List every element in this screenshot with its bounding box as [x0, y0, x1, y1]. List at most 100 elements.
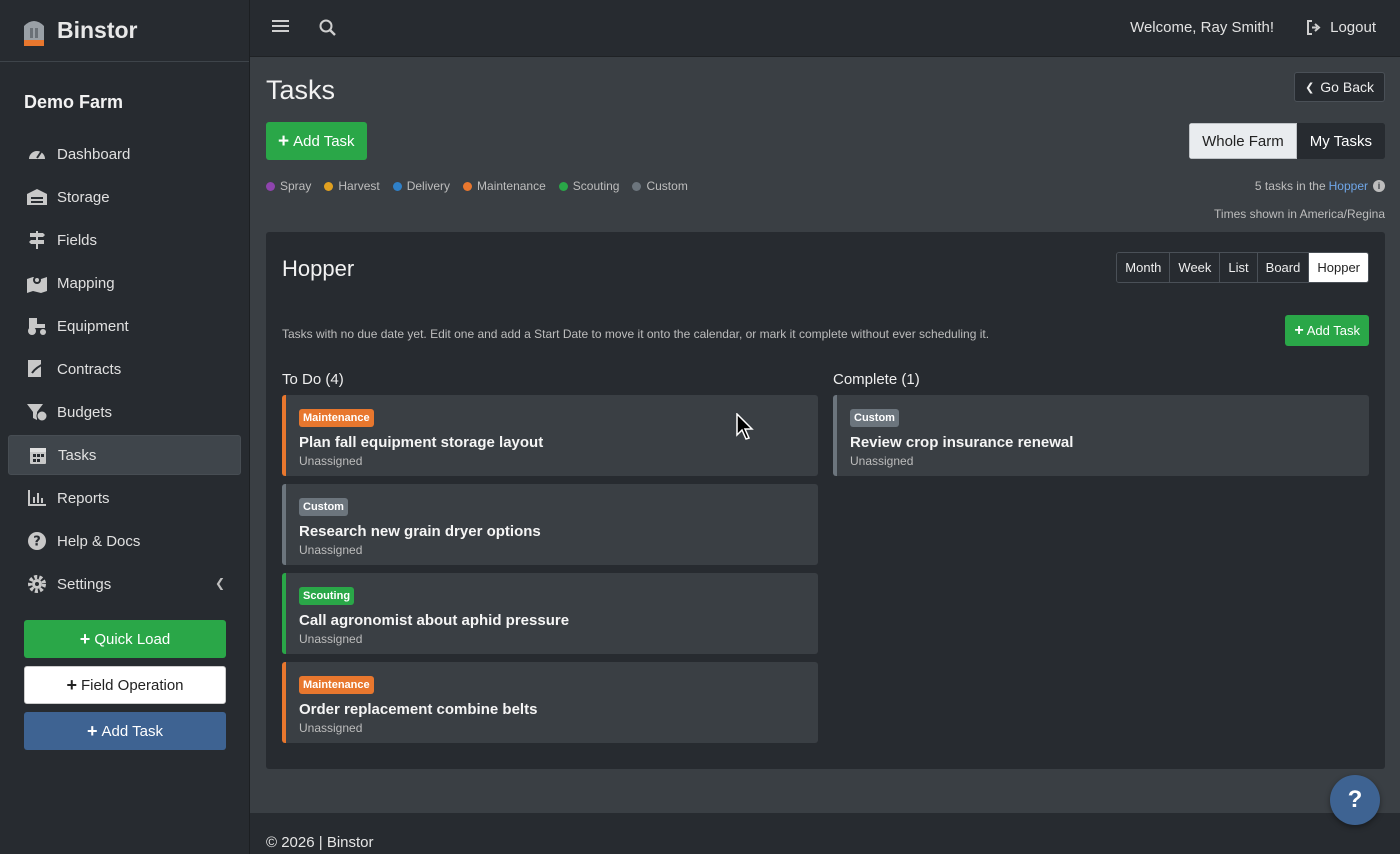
legend-label: Harvest	[338, 179, 380, 193]
task-assignee: Unassigned	[299, 454, 363, 468]
hamburger-menu-icon[interactable]	[272, 18, 289, 34]
sidebar-item-label: Mapping	[57, 274, 115, 292]
legend-dot	[324, 181, 334, 191]
category-badge: Scouting	[299, 587, 355, 605]
todo-heading: To Do (4)	[282, 371, 344, 388]
logout-link[interactable]: Logout	[1306, 19, 1376, 36]
legend-dot	[463, 181, 473, 191]
go-back-label: Go Back	[1320, 79, 1374, 95]
legend-item-scouting: Scouting	[558, 179, 620, 193]
sidebar-item-settings[interactable]: Settings ❮	[8, 564, 241, 604]
sidebar-item-tasks[interactable]: Tasks	[8, 435, 241, 475]
warehouse-icon	[26, 187, 48, 207]
task-assignee: Unassigned	[299, 632, 363, 646]
sidebar-item-fields[interactable]: Fields	[8, 220, 241, 260]
sidebar-nav: Dashboard Storage Fields Mapping Equipme…	[0, 134, 249, 604]
legend-dot	[266, 181, 275, 191]
scope-toggle: Whole Farm My Tasks	[1189, 123, 1385, 159]
go-back-button[interactable]: ❮ Go Back	[1294, 72, 1385, 102]
footer: © 2026 | Binstor	[250, 813, 1400, 854]
calendar-icon	[27, 445, 49, 465]
sidebar-item-reports[interactable]: Reports	[8, 478, 241, 518]
my-tasks-toggle[interactable]: My Tasks	[1296, 123, 1385, 159]
sidebar-add-task-label: Add Task	[101, 722, 163, 740]
task-card[interactable]: Custom Review crop insurance renewal Una…	[833, 395, 1369, 476]
task-count: 5 tasks in the Hopper i	[1255, 179, 1385, 193]
gear-icon	[26, 574, 48, 594]
category-legend: Spray Harvest Delivery Maintenance Scout…	[266, 179, 701, 193]
field-operation-label: Field Operation	[80, 676, 184, 694]
sidebar-item-dashboard[interactable]: Dashboard	[8, 134, 241, 174]
sidebar-item-label: Dashboard	[57, 145, 131, 163]
sidebar-actions: + Quick Load + Field Operation + Add Tas…	[0, 620, 249, 750]
plus-icon: +	[1294, 321, 1304, 339]
legend-item-custom: Custom	[632, 179, 688, 193]
task-card[interactable]: Custom Research new grain dryer options …	[282, 484, 818, 565]
view-month-button[interactable]: Month	[1117, 253, 1171, 282]
hopper-description: Tasks with no due date yet. Edit one and…	[282, 327, 990, 341]
help-button[interactable]: ?	[1330, 775, 1380, 825]
view-list-button[interactable]: List	[1220, 253, 1258, 282]
quick-load-button[interactable]: + Quick Load	[24, 620, 226, 658]
brand-name: Binstor	[57, 17, 138, 43]
page-title: Tasks	[266, 75, 336, 105]
task-title: Research new grain dryer options	[299, 523, 541, 540]
topbar: Welcome, Ray Smith! Logout	[250, 0, 1400, 57]
sidebar-item-label: Budgets	[57, 403, 113, 421]
chart-icon	[26, 488, 48, 508]
add-task-button[interactable]: + Add Task	[266, 122, 367, 160]
legend-item-maintenance: Maintenance	[463, 179, 546, 193]
field-operation-button[interactable]: + Field Operation	[24, 666, 226, 704]
legend-dot	[632, 181, 642, 191]
sidebar-add-task-button[interactable]: + Add Task	[24, 712, 226, 750]
sidebar-item-help-docs[interactable]: ? Help & Docs	[8, 521, 241, 561]
legend-dot	[558, 181, 568, 191]
signpost-icon	[26, 230, 48, 250]
sidebar-item-label: Help & Docs	[57, 532, 141, 550]
view-hopper-button[interactable]: Hopper	[1309, 253, 1368, 282]
task-assignee: Unassigned	[850, 454, 914, 468]
task-title: Order replacement combine belts	[299, 701, 538, 718]
legend-label: Scouting	[572, 179, 620, 193]
task-count-text: 5 tasks in the	[1254, 179, 1326, 193]
hopper-card: Hopper Month Week List Board Hopper Task…	[266, 232, 1385, 769]
category-badge: Maintenance	[299, 409, 374, 427]
task-assignee: Unassigned	[299, 721, 363, 735]
task-card[interactable]: Maintenance Order replacement combine be…	[282, 662, 818, 743]
task-card[interactable]: Scouting Call agronomist about aphid pre…	[282, 573, 818, 654]
legend-item-delivery: Delivery	[392, 179, 450, 193]
sidebar-item-label: Reports	[57, 489, 110, 507]
timezone-note: Times shown in America/Regina	[1214, 207, 1385, 221]
chevron-left-icon[interactable]: ❮	[215, 576, 225, 590]
view-board-button[interactable]: Board	[1257, 253, 1310, 282]
sidebar-item-label: Equipment	[57, 317, 129, 335]
plus-icon: +	[278, 130, 290, 152]
plus-icon: +	[87, 721, 98, 741]
search-icon[interactable]	[319, 19, 336, 36]
sidebar-item-storage[interactable]: Storage	[8, 177, 241, 217]
category-badge: Custom	[850, 409, 899, 427]
legend-item-harvest: Harvest	[324, 179, 380, 193]
whole-farm-toggle[interactable]: Whole Farm	[1189, 123, 1297, 159]
svg-text:?: ?	[33, 535, 41, 550]
view-week-button[interactable]: Week	[1170, 253, 1221, 282]
plus-icon: +	[66, 675, 77, 695]
category-badge: Custom	[299, 498, 348, 516]
tractor-icon	[26, 316, 48, 336]
card-add-task-button[interactable]: + Add Task	[1285, 315, 1369, 346]
quick-load-label: Quick Load	[94, 630, 171, 648]
sidebar-item-equipment[interactable]: Equipment	[8, 306, 241, 346]
card-title: Hopper	[282, 256, 355, 281]
brand[interactable]: Binstor	[0, 0, 249, 62]
hopper-link[interactable]: Hopper	[1329, 179, 1368, 193]
sidebar-item-label: Tasks	[58, 446, 97, 464]
chevron-left-icon: ❮	[1305, 81, 1315, 94]
card-add-task-label: Add Task	[1306, 323, 1360, 338]
sidebar-item-contracts[interactable]: Contracts	[8, 349, 241, 389]
sidebar-item-label: Contracts	[57, 360, 122, 378]
sidebar-item-budgets[interactable]: Budgets	[8, 392, 241, 432]
sidebar-item-mapping[interactable]: Mapping	[8, 263, 241, 303]
info-icon[interactable]: i	[1373, 180, 1385, 192]
sidebar-item-label: Fields	[57, 231, 98, 249]
legend-label: Spray	[280, 179, 312, 193]
